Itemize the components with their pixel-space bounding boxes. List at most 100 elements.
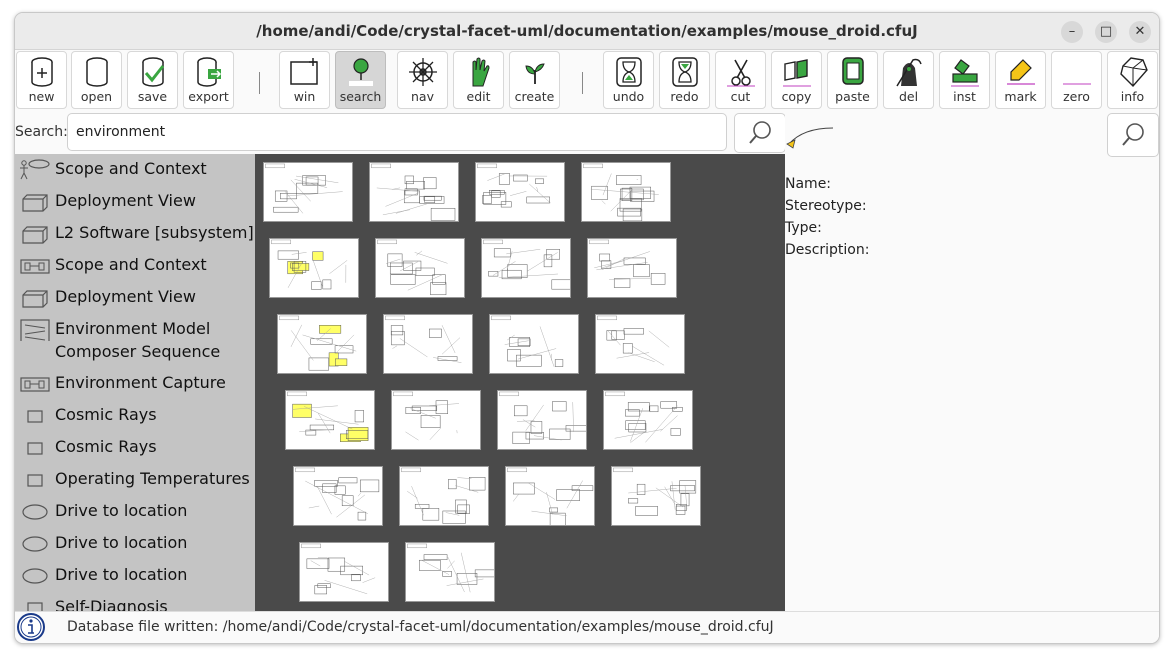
magnifier-icon [1122,123,1144,146]
diagram-thumbnail[interactable] [603,390,693,450]
redo-hourglass-icon [672,57,698,87]
diagram-thumbnail[interactable] [299,542,389,602]
create-button[interactable]: create [509,51,560,109]
result-item-label: Cosmic Rays [55,405,157,424]
diagram-thumbnail[interactable] [269,238,359,298]
diagram-thumbnail[interactable] [285,390,375,450]
arrow-left-icon [786,127,834,149]
win-button[interactable]: win [279,51,330,109]
info-button[interactable]: info [1107,51,1158,109]
toolbar-separator [259,72,260,94]
result-item[interactable]: Operating Temperatures [15,467,255,493]
search-mode-label: search [339,89,382,104]
diagram-thumbnail[interactable] [293,466,383,526]
result-item[interactable]: Cosmic Rays [15,403,255,429]
copy-button[interactable]: copy [771,51,822,109]
new-label: new [28,89,55,104]
maximize-button[interactable]: □ [1095,21,1117,43]
search-submit-button[interactable] [734,113,786,153]
new-button[interactable]: new [16,51,67,109]
diagram-thumbnail[interactable] [399,466,489,526]
cut-button[interactable]: cut [715,51,766,109]
crystal-gem-icon [1120,57,1148,88]
sprout-icon [525,63,545,84]
usecase-ellipse-icon [22,568,48,584]
result-item[interactable]: Drive to location [15,531,255,557]
result-item[interactable]: Deployment View [15,189,255,215]
diagram-thumbnail[interactable] [277,314,367,374]
redo-button[interactable]: redo [659,51,710,109]
paste-icon [842,57,864,85]
diagram-thumbnail[interactable] [375,238,465,298]
result-item[interactable]: Scope and Context [15,157,255,183]
result-item[interactable]: Drive to location [15,499,255,525]
result-item[interactable]: Drive to location [15,563,255,589]
stereotype-label: Stereotype: [785,198,867,214]
scissors-icon [727,59,755,87]
save-button[interactable]: save [127,51,178,109]
diagram-thumbnail[interactable] [263,162,353,222]
info-label: info [1120,89,1145,104]
mark-button[interactable]: mark [995,51,1046,109]
result-item-label: Scope and Context [55,159,207,178]
delete-button[interactable]: del [883,51,934,109]
export-button[interactable]: export [183,51,234,109]
diagram-thumbnail[interactable] [611,466,701,526]
diagram-thumbnail[interactable] [581,162,671,222]
diagram-thumbnail[interactable] [391,390,481,450]
undo-hourglass-icon [616,57,642,87]
requirement-box-icon [27,442,43,455]
diagram-thumbnail[interactable] [587,238,677,298]
open-button[interactable]: open [71,51,122,109]
zero-button[interactable]: zero [1051,51,1102,109]
search-label: Search: [15,124,68,140]
export-db-icon [197,57,222,87]
instantiate-button[interactable]: inst [939,51,990,109]
toolbar: new open save export win search nav edit… [15,50,1159,112]
search-results-list[interactable]: Scope and Context Deployment View L2 Softw… [15,154,255,611]
search-mode-icon [349,58,373,86]
result-item[interactable]: Environment Capture [15,371,255,397]
minimize-button[interactable]: – [1061,21,1083,43]
window-title: /home/andi/Code/crystal-facet-uml/docume… [256,22,918,40]
result-item[interactable]: Scope and Context [15,253,255,279]
nav-button[interactable]: nav [397,51,448,109]
result-item[interactable]: Cosmic Rays [15,435,255,461]
result-item-label: Drive to location [55,565,188,584]
diagram-thumbnail[interactable] [369,162,459,222]
requirement-box-icon [27,474,43,487]
name-label: Name: [785,176,832,192]
deployment-node-icon [22,290,48,308]
search-input[interactable] [67,113,727,151]
result-item[interactable]: Composer Sequence [15,340,255,366]
sequence-diagram-icon [20,319,50,341]
diagram-thumbnail[interactable] [481,238,573,298]
requirement-box-icon [27,410,43,423]
paste-button[interactable]: paste [827,51,878,109]
diagram-thumbnail[interactable] [595,314,685,374]
undo-label: undo [612,89,645,104]
grim-reaper-icon [896,58,922,87]
undo-button[interactable]: undo [603,51,654,109]
result-item[interactable]: Deployment View [15,285,255,311]
result-item[interactable]: L2 Software [subsystem] [15,221,255,247]
component-diagram-icon [20,259,50,274]
details-search-button[interactable] [1107,113,1159,157]
result-item-label: Drive to location [55,533,188,552]
diagram-thumbnail[interactable] [405,542,500,602]
close-button[interactable]: ✕ [1129,21,1151,43]
diagram-canvas[interactable] [255,154,785,611]
status-bar: Database file written: /home/andi/Code/c… [15,611,1159,643]
result-item[interactable]: Self-Diagnosis [15,595,255,611]
diagram-thumbnail[interactable] [489,314,579,374]
search-mode-button[interactable]: search [335,51,386,109]
diagram-thumbnail[interactable] [505,466,595,527]
toolbar-separator [582,72,583,94]
diagram-thumbnail[interactable] [497,390,591,450]
edit-button[interactable]: edit [453,51,504,109]
info-circle-icon [17,613,45,641]
diagram-thumbnail[interactable] [475,162,565,222]
diagram-thumbnail[interactable] [383,314,473,374]
inst-label: inst [953,89,976,104]
result-item-label: Composer Sequence [55,342,221,361]
